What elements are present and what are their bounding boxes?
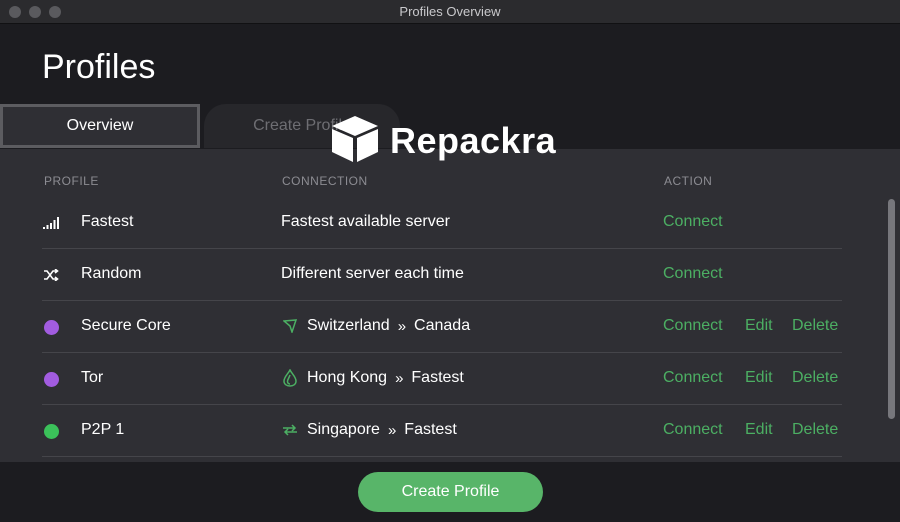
connect-button[interactable]: Connect — [663, 213, 723, 231]
shuffle-icon — [42, 267, 60, 283]
profile-color-dot — [42, 423, 60, 439]
window-title: Profiles Overview — [399, 4, 501, 19]
route-to: Fastest — [404, 421, 457, 438]
profile-name: Tor — [81, 369, 104, 386]
delete-button[interactable]: Delete — [792, 421, 838, 439]
table-row: Fastest Fastest available server Connect — [42, 197, 842, 249]
page-title: Profiles — [42, 48, 156, 86]
footer: Create Profile — [0, 462, 900, 522]
chevron-right-icon: » — [395, 369, 404, 387]
connect-button[interactable]: Connect — [663, 265, 723, 283]
connection-text: Different server each time — [281, 265, 464, 282]
edit-button[interactable]: Edit — [745, 421, 773, 439]
connect-button[interactable]: Connect — [663, 369, 723, 387]
connection-route: Hong Kong » Fastest — [281, 369, 464, 387]
connection-route: Singapore » Fastest — [281, 421, 457, 439]
table-row: P2P 1 Singapore » Fastest Connect Edit D… — [42, 405, 842, 457]
connection-route: Switzerland » Canada — [281, 317, 470, 335]
chevron-right-icon: » — [387, 421, 397, 439]
scrollbar-thumb[interactable] — [888, 199, 895, 419]
chevron-right-icon: » — [397, 317, 407, 335]
column-header-profile: PROFILE — [44, 174, 99, 188]
connect-button[interactable]: Connect — [663, 317, 723, 335]
connection-description: Fastest available server — [281, 213, 450, 231]
route-from: Hong Kong — [307, 369, 388, 386]
profile-color-dot — [42, 371, 60, 387]
table-row: Secure Core Switzerland » Canada Connect… — [42, 301, 842, 353]
p2p-arrows-icon — [281, 421, 299, 439]
column-header-connection: CONNECTION — [282, 174, 368, 188]
connection-text: Fastest available server — [281, 213, 450, 230]
route-to: Canada — [414, 317, 471, 334]
profile-name: Secure Core — [81, 317, 171, 334]
edit-button[interactable]: Edit — [745, 369, 773, 387]
profile-name: Fastest — [81, 213, 134, 230]
table-row: Random Different server each time Connec… — [42, 249, 842, 301]
column-header-action: ACTION — [664, 174, 713, 188]
route-from: Singapore — [307, 421, 380, 438]
create-profile-button[interactable]: Create Profile — [358, 472, 543, 512]
watermark-text: Repackra — [390, 120, 557, 161]
profile-name: P2P 1 — [81, 421, 125, 438]
delete-button[interactable]: Delete — [792, 369, 838, 387]
route-to: Fastest — [411, 369, 464, 386]
route-from: Switzerland — [307, 317, 390, 334]
title-bar: Profiles Overview — [0, 0, 900, 24]
vertical-scrollbar[interactable] — [886, 197, 896, 462]
profile-name: Random — [81, 265, 142, 282]
profile-list: Fastest Fastest available server Connect… — [42, 197, 842, 457]
tab-overview[interactable]: Overview — [0, 104, 200, 148]
connection-description: Different server each time — [281, 265, 464, 283]
profiles-table: PROFILE CONNECTION ACTION Fastest Fastes… — [0, 149, 900, 462]
table-row: Tor Hong Kong » Fastest Connect Edit Del… — [42, 353, 842, 405]
connect-button[interactable]: Connect — [663, 421, 723, 439]
tor-onion-icon — [281, 369, 299, 387]
profile-color-dot — [42, 319, 60, 335]
box-icon — [328, 114, 382, 169]
edit-button[interactable]: Edit — [745, 317, 773, 335]
delete-button[interactable]: Delete — [792, 317, 838, 335]
secure-core-icon — [281, 317, 299, 335]
watermark-logo: Repackra — [328, 114, 557, 169]
signal-bars-icon — [42, 215, 60, 231]
